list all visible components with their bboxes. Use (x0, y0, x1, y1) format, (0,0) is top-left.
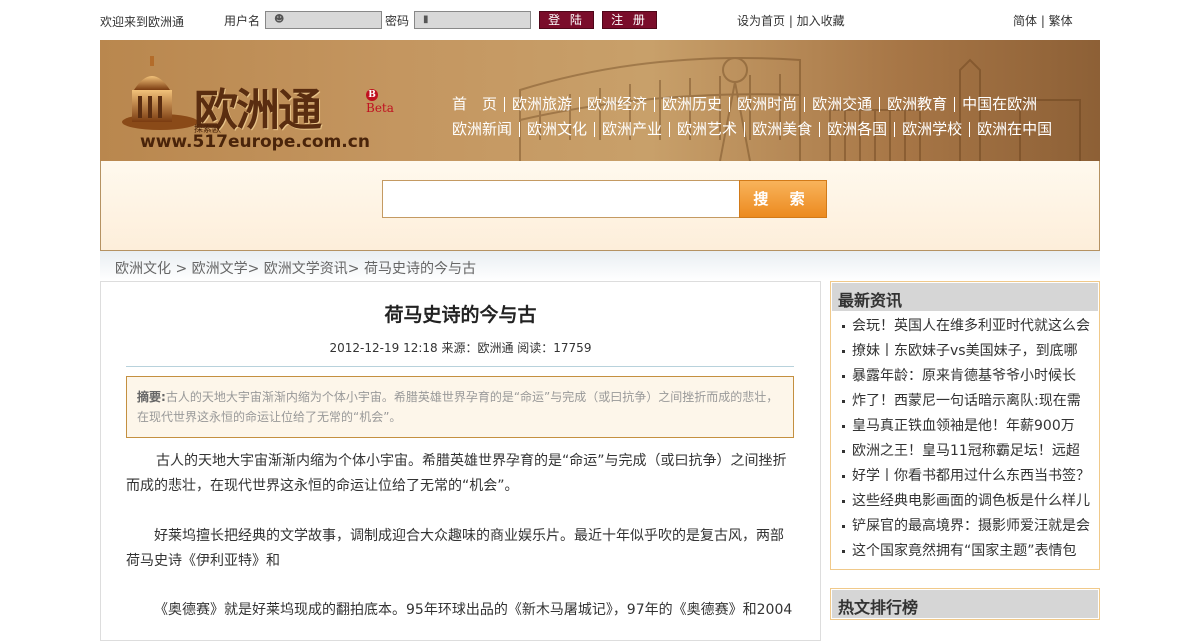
bullet-icon (842, 324, 845, 328)
homepage-favorite-links[interactable]: 设为首页 | 加入收藏 (737, 12, 845, 29)
list-item[interactable]: 这个国家竟然拥有“国家主题”表情包 (832, 539, 1098, 564)
list-item[interactable]: 会玩！英国人在维多利亚时代就这么会 (832, 314, 1098, 339)
latest-news-box: 最新资讯 会玩！英国人在维多利亚时代就这么会 撩妹丨东欧妹子vs美国妹子，到底哪… (830, 281, 1100, 570)
nav-item-education[interactable]: 欧洲教育 (879, 97, 954, 112)
register-button[interactable]: 注 册 (602, 11, 657, 29)
search-button[interactable]: 搜 索 (739, 180, 827, 218)
main-nav: 首 页 欧洲旅游 欧洲经济 欧洲历史 欧洲时尚 欧洲交通 欧洲教育 中国在欧洲 … (445, 92, 1065, 142)
bullet-icon (842, 349, 845, 353)
nav-item-culture[interactable]: 欧洲文化 (519, 122, 594, 137)
nav-row-1: 首 页 欧洲旅游 欧洲经济 欧洲历史 欧洲时尚 欧洲交通 欧洲教育 中国在欧洲 (445, 92, 1065, 117)
beta-b-icon: B (366, 89, 378, 101)
article-title: 荷马史诗的今与古 (384, 304, 537, 326)
bullet-icon (842, 499, 845, 503)
nav-item-history[interactable]: 欧洲历史 (654, 97, 729, 112)
nav-item-europe-in-china[interactable]: 欧洲在中国 (969, 122, 1059, 137)
nav-row-2: 欧洲新闻 欧洲文化 欧洲产业 欧洲艺术 欧洲美食 欧洲各国 欧洲学校 欧洲在中国 (445, 117, 1065, 142)
header-banner: 欧洲通 探索欧 www.517europe.com.cn BBeta 首 页 欧… (100, 40, 1100, 161)
bullet-icon (842, 449, 845, 453)
dome-logo-icon (122, 56, 198, 130)
divider (126, 366, 794, 367)
list-item[interactable]: 这些经典电影画面的调色板是什么样儿 (832, 489, 1098, 514)
login-button[interactable]: 登 陆 (539, 11, 594, 29)
list-item[interactable]: 欧洲之王！皇马11冠称霸足坛！远超 (832, 439, 1098, 464)
bullet-icon (842, 549, 845, 553)
username-input[interactable]: ☻ (265, 11, 382, 29)
bullet-icon (842, 399, 845, 403)
nav-item-home[interactable]: 首 页 (445, 97, 504, 112)
password-label: 密码 (385, 14, 410, 28)
nav-item-transport[interactable]: 欧洲交通 (804, 97, 879, 112)
article-meta: 2012-12-19 12:18 来源：欧洲通 阅读：17759 (329, 341, 592, 355)
nav-item-china-in-europe[interactable]: 中国在欧洲 (954, 97, 1044, 112)
hot-articles-title: 热文排行榜 (832, 590, 1098, 618)
bullet-icon (842, 424, 845, 428)
beta-badge: BBeta (366, 89, 394, 115)
article-paragraph: 古人的天地大宇宙渐渐内缩为个体小宇宙。希腊英雄世界孕育的是“命运”与完成（或曰抗… (126, 453, 787, 494)
article-summary: 摘要:古人的天地大宇宙渐渐内缩为个体小宇宙。希腊英雄世界孕育的是“命运”与完成（… (126, 376, 794, 438)
nav-item-schools[interactable]: 欧洲学校 (894, 122, 969, 137)
search-area: 搜 索 (100, 161, 1100, 251)
latest-news-list: 会玩！英国人在维多利亚时代就这么会 撩妹丨东欧妹子vs美国妹子，到底哪 暴露年龄… (832, 311, 1098, 568)
list-item[interactable]: 好学丨你看书都用过什么东西当书签？ (832, 464, 1098, 489)
user-icon: ☻ (274, 14, 285, 25)
list-item[interactable]: 炸了！西蒙尼一句话暗示离队:现在需 (832, 389, 1098, 414)
logo-url: www.517europe.com.cn (140, 132, 370, 152)
search-input[interactable] (382, 180, 740, 218)
password-input[interactable]: ▮ (414, 11, 531, 29)
list-item[interactable]: 撩妹丨东欧妹子vs美国妹子，到底哪 (832, 339, 1098, 364)
top-bar: 欢迎来到欧洲通 用户名 ☻ 密码 ▮ 登 陆 注 册 设为首页 | 加入收藏 简… (0, 0, 1200, 40)
breadcrumb: 欧洲文化 > 欧洲文学> 欧洲文学资讯> 荷马史诗的今与古 (100, 251, 1100, 281)
sidebar: 最新资讯 会玩！英国人在维多利亚时代就这么会 撩妹丨东欧妹子vs美国妹子，到底哪… (830, 281, 1100, 620)
bullet-icon (842, 374, 845, 378)
nav-item-art[interactable]: 欧洲艺术 (669, 122, 744, 137)
nav-item-travel[interactable]: 欧洲旅游 (504, 97, 579, 112)
article-paragraph: 《奥德赛》就是好莱坞现成的翻拍底本。95年环球出品的《新木马屠城记》，97年的《… (154, 602, 793, 618)
article-paragraph: 好莱坞擅长把经典的文学故事，调制成迎合大众趣味的商业娱乐片。最近十年似乎吹的是复… (126, 528, 784, 569)
list-item[interactable]: 皇马真正铁血领袖是他！年薪900万 (832, 414, 1098, 439)
hot-articles-box: 热文排行榜 (830, 588, 1100, 620)
nav-item-food[interactable]: 欧洲美食 (744, 122, 819, 137)
username-label: 用户名 (224, 14, 261, 28)
summary-label: 摘要: (137, 390, 166, 404)
bullet-icon (842, 524, 845, 528)
breadcrumb-path[interactable]: 欧洲文化 > 欧洲文学> 欧洲文学资讯> 荷马史诗的今与古 (115, 261, 476, 277)
nav-item-industry[interactable]: 欧洲产业 (594, 122, 669, 137)
latest-news-title: 最新资讯 (832, 283, 1098, 311)
nav-item-news[interactable]: 欧洲新闻 (445, 122, 519, 137)
summary-text: 古人的天地大宇宙渐渐内缩为个体小宇宙。希腊英雄世界孕育的是“命运”与完成（或曰抗… (137, 390, 779, 424)
article-panel: 荷马史诗的今与古 2012-12-19 12:18 来源：欧洲通 阅读：1775… (100, 281, 821, 641)
site-logo[interactable]: 欧洲通 探索欧 www.517europe.com.cn BBeta (120, 54, 394, 154)
bullet-icon (842, 474, 845, 478)
language-switch[interactable]: 简体 | 繁体 (1013, 12, 1073, 29)
list-item[interactable]: 铲屎官的最高境界：摄影师爱汪就是会 (832, 514, 1098, 539)
nav-item-countries[interactable]: 欧洲各国 (819, 122, 894, 137)
nav-item-fashion[interactable]: 欧洲时尚 (729, 97, 804, 112)
list-item[interactable]: 暴露年龄：原来肯德基爷爷小时候长 (832, 364, 1098, 389)
welcome-text: 欢迎来到欧洲通 (100, 15, 185, 29)
nav-item-economy[interactable]: 欧洲经济 (579, 97, 654, 112)
lock-icon: ▮ (423, 14, 429, 25)
